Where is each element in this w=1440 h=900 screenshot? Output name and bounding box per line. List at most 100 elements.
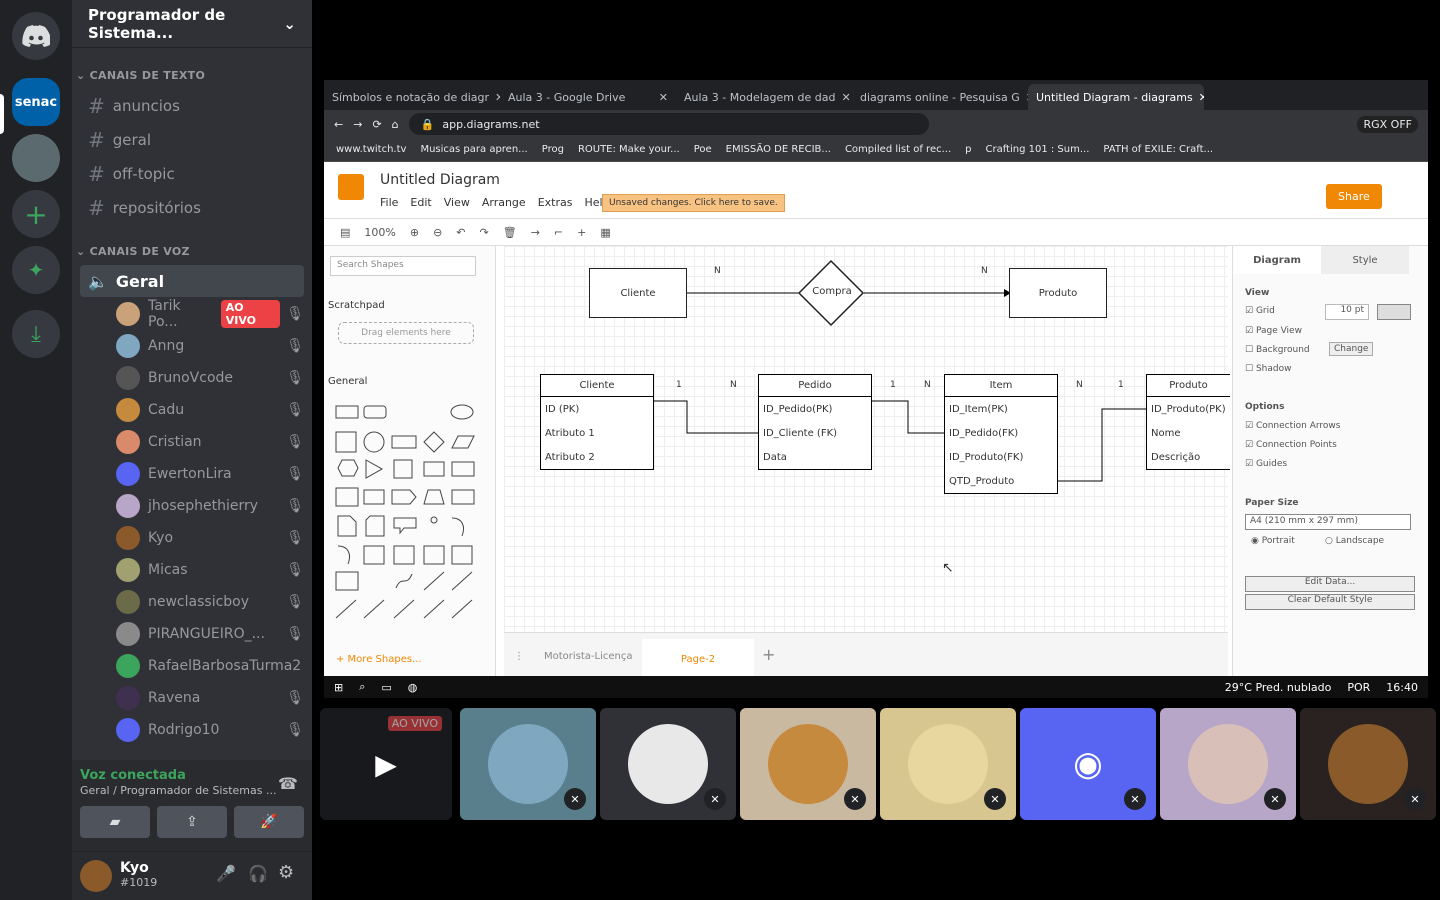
reload-icon[interactable]: ⟳ <box>372 118 381 131</box>
bookmark[interactable]: Crafting 101 : Sum... <box>985 144 1089 155</box>
voice-user[interactable]: Cadu 🎙 <box>116 396 304 424</box>
insert-icon[interactable]: + <box>577 226 586 239</box>
tab-page-2[interactable]: Page-2 <box>642 639 754 679</box>
entity-item[interactable]: Item ID_Item(PK) ID_Pedido(FK) ID_Produt… <box>944 374 1058 494</box>
shape-grid[interactable] <box>334 396 480 626</box>
mute-icon[interactable]: 🎤 <box>216 864 236 883</box>
avatar[interactable] <box>80 860 112 892</box>
video-tile[interactable]: ✕ <box>1160 708 1296 820</box>
bookmark[interactable]: EMISSÃO DE RECIB... <box>726 144 831 155</box>
connection-icon[interactable]: → <box>531 226 540 239</box>
redo-icon[interactable]: ↷ <box>480 226 489 239</box>
tab-diagram[interactable]: Diagram <box>1233 246 1321 274</box>
weather[interactable]: 29°C Pred. nublado <box>1225 681 1332 694</box>
windows-start-icon[interactable]: ⊞ <box>334 681 343 694</box>
text-category[interactable]: ⌄ CANAIS DE TEXTO <box>76 69 205 82</box>
video-tile[interactable]: ✕ <box>460 708 596 820</box>
voice-status[interactable]: Voz conectada <box>80 768 186 783</box>
relationship-compra[interactable]: Compra <box>800 286 864 297</box>
grid-color-button[interactable] <box>1377 304 1411 320</box>
voice-location[interactable]: Geral / Programador de Sistemas ... <box>80 784 276 797</box>
deafen-icon[interactable]: 🎧 <box>248 864 268 883</box>
add-server-icon[interactable]: + <box>12 190 60 238</box>
entity-cliente[interactable]: Cliente ID (PK) Atributo 1 Atributo 2 <box>540 374 654 470</box>
entity-produto[interactable]: Produto ID_Produto(PK) Nome Descrição <box>1146 374 1230 470</box>
voice-channel-geral[interactable]: 🔈 Geral <box>80 265 304 297</box>
search-shapes-input[interactable]: Search Shapes <box>330 256 476 276</box>
download-icon[interactable]: ⤓ <box>12 310 60 358</box>
bookmark[interactable]: Musicas para apren... <box>420 144 527 155</box>
bookmark[interactable]: PATH of EXILE: Craft... <box>1103 144 1213 155</box>
back-icon[interactable]: ← <box>334 118 343 131</box>
menu-edit[interactable]: Edit <box>410 196 431 209</box>
stream-tile[interactable]: AO VIVO ▶ <box>320 708 452 820</box>
unsaved-banner[interactable]: Unsaved changes. Click here to save. <box>602 194 785 212</box>
voice-user[interactable]: BrunoVcode 🎙 <box>116 364 304 392</box>
undo-icon[interactable]: ↶ <box>456 226 465 239</box>
landscape-radio[interactable]: ○ Landscape <box>1325 536 1384 546</box>
share-button[interactable]: Share <box>1326 184 1382 209</box>
server-senac[interactable]: senac <box>12 78 60 126</box>
zoom-out-icon[interactable]: ⊖ <box>433 226 442 239</box>
delete-icon[interactable]: 🗑 <box>503 226 517 239</box>
grid-size-input[interactable]: 10 pt <box>1325 304 1369 320</box>
activity-button[interactable]: 🚀 <box>234 806 304 838</box>
add-page-icon[interactable]: + <box>762 645 775 664</box>
server-header[interactable]: Programador de Sistema... ⌄ <box>72 0 312 48</box>
voice-user[interactable]: EwertonLira 🎙 <box>116 460 304 488</box>
connection-arrows-checkbox[interactable]: ☑ Connection Arrows <box>1245 421 1340 431</box>
disconnect-icon[interactable]: ☎ <box>278 774 298 793</box>
guides-checkbox[interactable]: ☑ Guides <box>1245 459 1287 469</box>
entity-pedido[interactable]: Pedido ID_Pedido(PK) ID_Cliente (FK) Dat… <box>758 374 872 470</box>
video-tile[interactable]: ✕ <box>1300 708 1436 820</box>
menu-file[interactable]: File <box>380 196 398 209</box>
clear-style-button[interactable]: Clear Default Style <box>1245 594 1415 610</box>
menu-extras[interactable]: Extras <box>538 196 573 209</box>
table-icon[interactable]: ▦ <box>600 226 610 239</box>
home-icon[interactable]: ⌂ <box>392 118 399 131</box>
portrait-radio[interactable]: ◉ Portrait <box>1251 536 1295 546</box>
video-tile[interactable]: ✕ <box>600 708 736 820</box>
menu-arrange[interactable]: Arrange <box>482 196 526 209</box>
pages-menu-icon[interactable]: ⋮ <box>514 651 524 662</box>
url-field[interactable]: 🔒 app.diagrams.net <box>408 113 929 135</box>
channel-repositorios[interactable]: # repositórios <box>88 196 201 220</box>
browser-tab[interactable]: diagrams online - Pesquisa G✕ <box>852 84 1028 110</box>
zoom-select[interactable]: 100% <box>364 226 395 239</box>
diagram-canvas[interactable]: Cliente Compra Produto N N Cliente ID (P… <box>504 246 1230 632</box>
zoom-in-icon[interactable]: ⊕ <box>410 226 419 239</box>
voice-user[interactable]: Kyo 🎙 <box>116 524 304 552</box>
video-tile[interactable]: ✕ <box>880 708 1016 820</box>
change-button[interactable]: Change <box>1329 342 1374 356</box>
edit-data-button[interactable]: Edit Data... <box>1245 576 1415 592</box>
voice-user[interactable]: Cristian 🎙 <box>116 428 304 456</box>
language[interactable]: POR <box>1347 681 1370 694</box>
video-tile[interactable]: ✕ <box>740 708 876 820</box>
menu-view[interactable]: View <box>444 196 470 209</box>
browser-tab[interactable]: Aula 3 - Modelagem de dad ✕ <box>676 84 852 110</box>
bookmark[interactable]: www.twitch.tv <box>336 144 406 155</box>
background-checkbox[interactable]: ☐ Background <box>1245 345 1310 355</box>
close-icon[interactable]: ✕ <box>1199 91 1204 104</box>
diagram-title[interactable]: Untitled Diagram <box>380 172 500 188</box>
voice-user[interactable]: jhosephethierry 🎙 <box>116 492 304 520</box>
voice-user[interactable]: RafaelBarbosaTurma2🎙 <box>116 652 327 680</box>
channel-geral[interactable]: # geral <box>88 128 151 152</box>
browser-tab[interactable]: Aula 3 - Google Drive ✕ <box>500 84 676 110</box>
server-avatar[interactable] <box>12 134 60 182</box>
paper-size-select[interactable]: A4 (210 mm x 297 mm) <box>1245 514 1411 530</box>
browser-tab[interactable]: Símbolos e notação de diagr ✕ <box>324 84 500 110</box>
bookmark[interactable]: p <box>965 144 971 155</box>
voice-user[interactable]: newclassicboy 🎙 <box>116 588 304 616</box>
tab-motorista[interactable]: Motorista-Licença <box>544 651 633 662</box>
forward-icon[interactable]: → <box>353 118 362 131</box>
channel-anuncios[interactable]: # anuncios <box>88 94 180 118</box>
bookmark[interactable]: Poe <box>694 144 712 155</box>
explore-icon[interactable]: ✦ <box>12 246 60 294</box>
voice-user[interactable]: Tarik Po... AO VIVO 🎙 <box>116 298 304 330</box>
format-panel-icon[interactable]: ▤ <box>340 226 350 239</box>
voice-category[interactable]: ⌄ CANAIS DE VOZ <box>76 245 190 258</box>
channel-off-topic[interactable]: # off-topic <box>88 162 175 186</box>
entity-produto-top[interactable]: Produto <box>1009 268 1107 318</box>
settings-gear-icon[interactable]: ⚙ <box>278 862 294 883</box>
